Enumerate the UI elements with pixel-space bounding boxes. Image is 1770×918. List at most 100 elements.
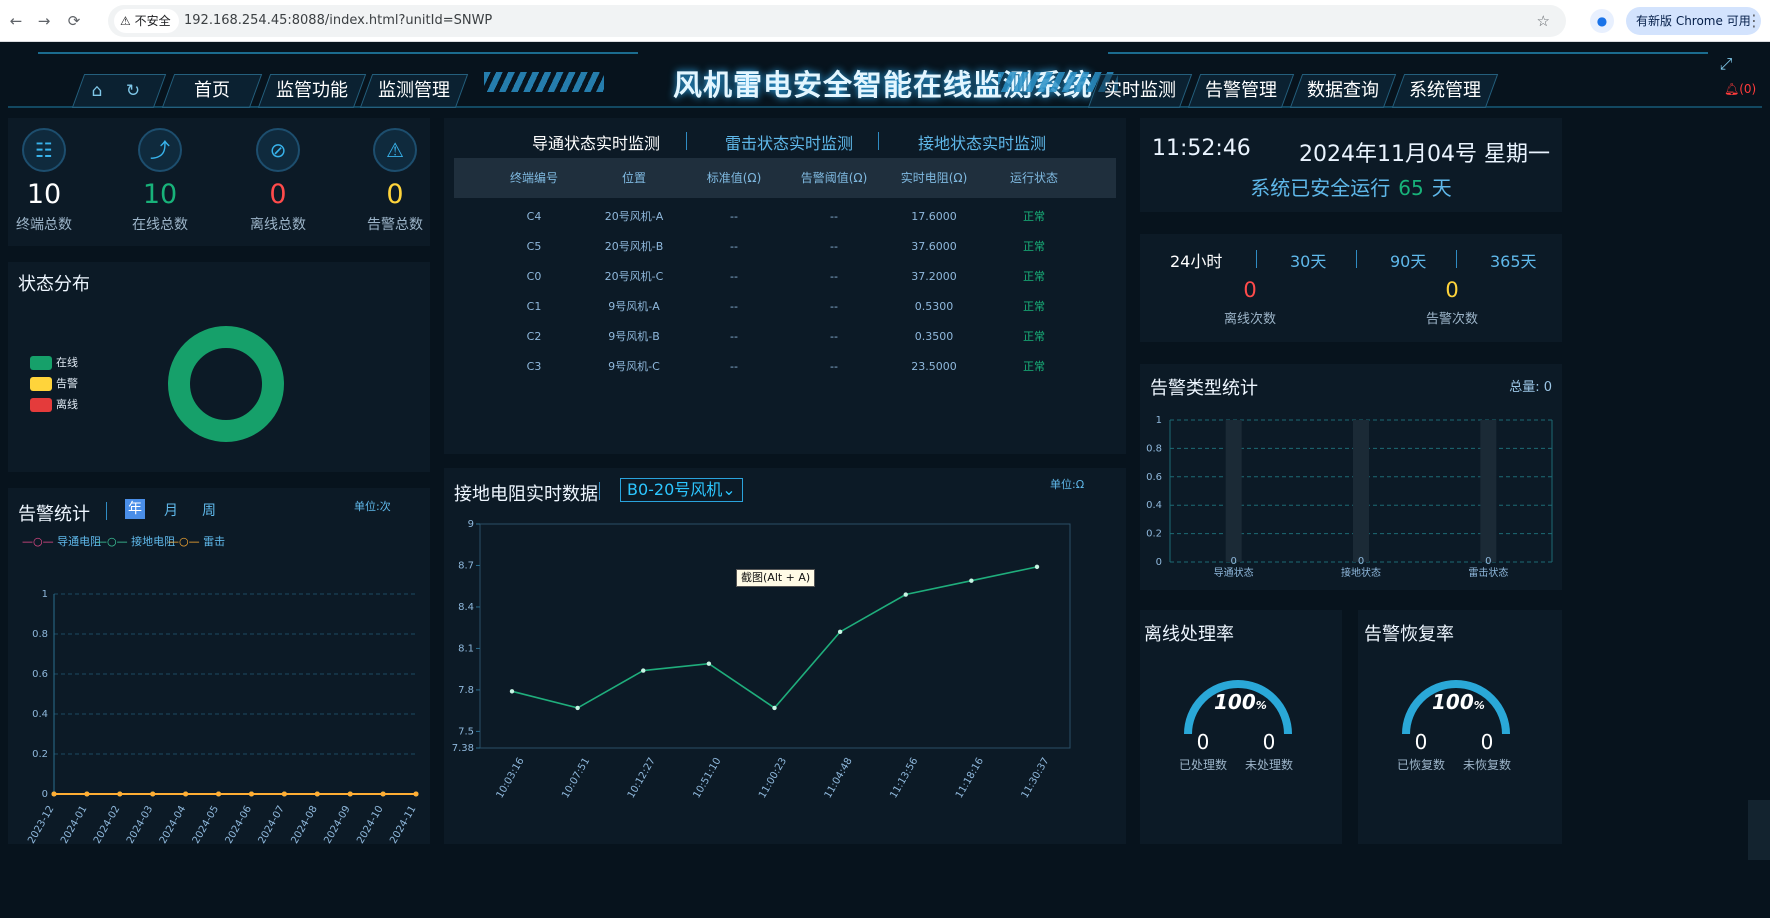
legend-offline[interactable]: 离线 bbox=[30, 396, 78, 412]
turbine-select[interactable]: B0-20号风机⌄ bbox=[620, 478, 743, 502]
table-row[interactable]: C0 20号风机-C -- -- 37.2000 正常 bbox=[454, 262, 1116, 292]
table-row[interactable]: C4 20号风机-A -- -- 17.6000 正常 bbox=[454, 202, 1116, 232]
alarm-bell-badge[interactable]: 🔔︎(0) bbox=[1724, 82, 1756, 96]
y-tick-label: 0.2 bbox=[32, 749, 48, 760]
stat-value: 0 bbox=[269, 179, 287, 210]
table-cell: 正常 bbox=[1023, 210, 1045, 223]
refresh-icon[interactable]: ↻ bbox=[116, 74, 150, 108]
unhandled-count: 0 bbox=[1262, 730, 1276, 754]
browser-menu-icon[interactable]: ⋮ bbox=[1746, 9, 1762, 33]
column-header: 告警阈值(Ω) bbox=[800, 171, 868, 185]
table-row[interactable]: C5 20号风机-B -- -- 37.6000 正常 bbox=[454, 232, 1116, 262]
tab-grounding[interactable]: 接地状态实时监测 bbox=[918, 130, 1046, 154]
x-tick-label: 11:04:48 bbox=[823, 756, 855, 800]
data-point bbox=[51, 791, 57, 797]
data-point bbox=[380, 791, 386, 797]
nav-home[interactable]: 首页 bbox=[161, 74, 263, 108]
safe-run-line: 系统已安全运行 65 天 bbox=[1140, 172, 1562, 201]
offline-count: 0 bbox=[1243, 278, 1257, 302]
legend-alarm[interactable]: 告警 bbox=[30, 375, 78, 391]
data-point bbox=[281, 791, 287, 797]
x-tick-label: 11:18:16 bbox=[954, 756, 986, 800]
table-row[interactable]: C2 9号风机-B -- -- 0.3500 正常 bbox=[454, 322, 1116, 352]
y-tick-label: 0.8 bbox=[1146, 443, 1162, 454]
table-cell: -- bbox=[730, 240, 738, 253]
url-text[interactable]: 192.168.254.45:8088/index.html?unitId=SN… bbox=[184, 5, 492, 37]
period-24h[interactable]: 24小时 bbox=[1170, 248, 1222, 272]
period-panel: 24小时 30天 90天 365天 0 离线次数 0 告警次数 bbox=[1140, 234, 1562, 342]
alarm-type-total: 总量: 0 bbox=[1509, 380, 1552, 395]
nav-system[interactable]: 系统管理 bbox=[1391, 74, 1499, 108]
side-drawer-tab[interactable] bbox=[1748, 800, 1770, 860]
period-30d[interactable]: 30天 bbox=[1290, 248, 1326, 272]
status-distribution-panel: 状态分布 在线 告警 离线 bbox=[8, 262, 430, 472]
table-cell: C3 bbox=[526, 360, 542, 373]
time-panel: 11:52:46 2024年11月04号 星期一 系统已安全运行 65 天 bbox=[1140, 118, 1562, 212]
period-year-button[interactable]: 年 bbox=[125, 499, 145, 519]
offline-count-label: 离线次数 bbox=[1223, 312, 1276, 327]
table-cell: -- bbox=[830, 330, 838, 343]
x-tick-label: 2024-11 bbox=[388, 804, 418, 844]
home-icon[interactable]: ⌂ bbox=[80, 74, 114, 108]
safe-run-prefix: 系统已安全运行 bbox=[1250, 176, 1391, 200]
table-row[interactable]: C1 9号风机-A -- -- 0.5300 正常 bbox=[454, 292, 1116, 322]
address-bar[interactable]: ⚠ 不安全 192.168.254.45:8088/index.html?uni… bbox=[108, 5, 1566, 37]
forward-icon[interactable]: → bbox=[32, 9, 56, 33]
online-trend-icon: ⤴ bbox=[138, 128, 182, 172]
column-header: 终端编号 bbox=[509, 171, 558, 185]
bar-background bbox=[1225, 420, 1242, 562]
alarm-line-chart: 00.20.40.60.812023-12 2024-01 2024-02 2024-… bbox=[26, 589, 418, 844]
bar-value-label: 0 bbox=[1358, 556, 1364, 567]
stat-label: 终端总数 bbox=[16, 217, 72, 233]
stat-alarm: ⚠ 0 告警总数 bbox=[345, 128, 445, 234]
tab-divider bbox=[686, 132, 687, 150]
period-divider bbox=[1356, 250, 1357, 268]
bookmark-star-icon[interactable]: ☆ bbox=[1537, 5, 1550, 37]
data-point bbox=[216, 791, 222, 797]
x-tick-label: 11:30:37 bbox=[1020, 756, 1052, 800]
period-week-button[interactable]: 周 bbox=[202, 500, 216, 520]
tab-conduction[interactable]: 导通状态实时监测 bbox=[532, 130, 660, 154]
table-cell: -- bbox=[730, 330, 738, 343]
period-month-button[interactable]: 月 bbox=[164, 500, 178, 520]
x-tick-label: 2024-01 bbox=[59, 804, 89, 844]
alarm-count-value: 0 bbox=[1445, 278, 1459, 302]
table-cell: -- bbox=[730, 270, 738, 283]
x-tick-label: 10:51:10 bbox=[691, 756, 723, 800]
legend-online[interactable]: 在线 bbox=[30, 354, 78, 370]
table-cell: C0 bbox=[526, 270, 542, 283]
panel-title: 告警恢复率 bbox=[1364, 624, 1454, 645]
data-point bbox=[772, 705, 777, 711]
table-cell: 20号风机-B bbox=[604, 240, 664, 253]
profile-avatar-icon[interactable]: ● bbox=[1590, 9, 1614, 33]
nav-alarm[interactable]: 告警管理 bbox=[1187, 74, 1295, 108]
security-chip[interactable]: ⚠ 不安全 bbox=[114, 9, 179, 33]
nav-supervision[interactable]: 监管功能 bbox=[257, 74, 367, 108]
tab-lightning[interactable]: 雷击状态实时监测 bbox=[725, 130, 853, 154]
column-header: 位置 bbox=[621, 171, 646, 185]
period-90d[interactable]: 90天 bbox=[1390, 248, 1426, 272]
nav-realtime[interactable]: 实时监测 bbox=[1087, 74, 1193, 108]
table-row[interactable]: C3 9号风机-C -- -- 23.5000 正常 bbox=[454, 352, 1116, 382]
offline-rate-panel: 离线处理率 100% 0 0 已处理数 未处理数 bbox=[1140, 610, 1342, 844]
x-tick-label: 2024-10 bbox=[355, 804, 385, 844]
period-365d[interactable]: 365天 bbox=[1490, 248, 1537, 272]
stat-value: 10 bbox=[142, 179, 178, 210]
y-tick-label: 8.1 bbox=[458, 643, 474, 654]
x-tick-label: 2024-03 bbox=[125, 804, 155, 844]
stat-offline: ⊘ 0 离线总数 bbox=[228, 128, 328, 234]
data-point bbox=[575, 705, 580, 711]
nav-data-query[interactable]: 数据查询 bbox=[1289, 74, 1397, 108]
nav-alarm-label: 告警管理 bbox=[1205, 80, 1277, 101]
nav-monitor-manage[interactable]: 监测管理 bbox=[359, 74, 469, 108]
back-icon[interactable]: ← bbox=[4, 9, 28, 33]
legend-swatch bbox=[30, 398, 52, 412]
x-tick-label: 11:13:56 bbox=[888, 756, 920, 800]
donut-slice bbox=[168, 326, 284, 442]
reload-icon[interactable]: ⟳ bbox=[62, 9, 86, 33]
table-cell: 20号风机-C bbox=[604, 270, 664, 283]
tab-divider bbox=[878, 132, 879, 150]
fullscreen-icon[interactable]: ⤢ bbox=[1716, 54, 1736, 74]
alarm-icon: ⚠ bbox=[373, 128, 417, 172]
chrome-update-button[interactable]: 有新版 Chrome 可用 bbox=[1626, 7, 1761, 35]
